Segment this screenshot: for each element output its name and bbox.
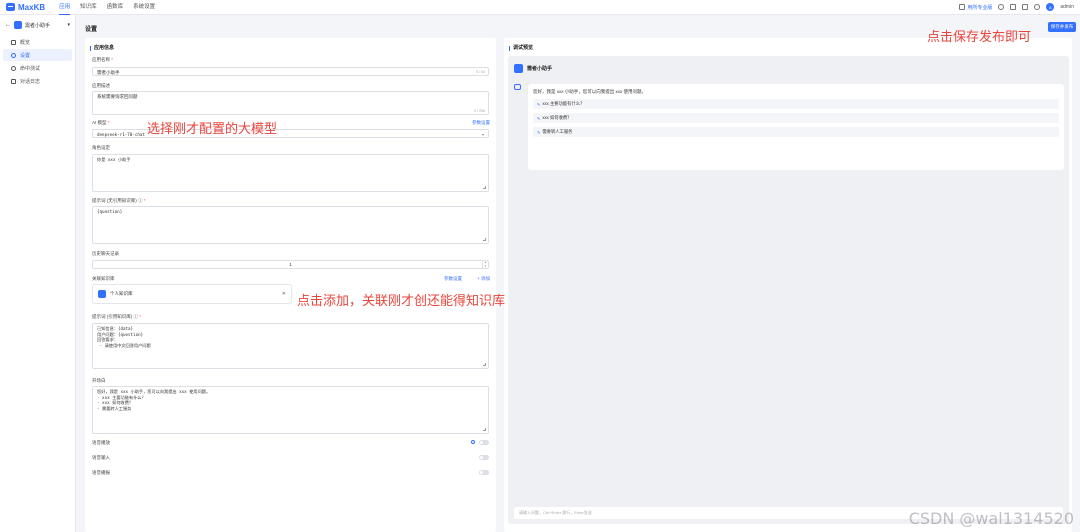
name-counter: 5 / 64 bbox=[476, 70, 485, 74]
document-icon[interactable] bbox=[1010, 4, 1017, 10]
user-name[interactable]: admin bbox=[1060, 4, 1074, 10]
prompt-nokb-label: 提示词 (无引用知识库) ⓘ * bbox=[92, 198, 146, 203]
voice-input-row: 语音输入 bbox=[92, 455, 489, 463]
page-title: 设置 bbox=[85, 27, 98, 33]
app-icon bbox=[14, 21, 22, 29]
role-label: 角色设定 bbox=[92, 145, 110, 150]
nav-knowledge[interactable]: 知识库 bbox=[80, 0, 97, 15]
maxkb-logo-icon bbox=[6, 3, 15, 11]
top-bar: MaxKB 应用 知识库 函数库 系统设置 用所专业版 A admin bbox=[0, 0, 1080, 15]
nav-functions[interactable]: 函数库 bbox=[107, 0, 124, 15]
suggested-question[interactable]: ✎ xxx 如何收费？ bbox=[533, 113, 1059, 123]
bot-avatar-icon bbox=[514, 84, 521, 90]
target-icon bbox=[11, 65, 16, 71]
suggested-question[interactable]: ✎ xxx 主要功能有什么？ bbox=[533, 99, 1059, 109]
prompt-kb-label: 提示词 (引用知识库) ⓘ * bbox=[92, 314, 142, 319]
grid-icon bbox=[11, 39, 16, 45]
name-label: 应用名称 * bbox=[92, 57, 114, 62]
kb-card: 个人知识库 ✕ bbox=[92, 284, 292, 304]
sidebar-item-hit-test[interactable]: 命中测试 bbox=[3, 62, 72, 74]
kb-param-link[interactable]: 参数设置 bbox=[444, 276, 462, 282]
kb-name: 个人知识库 bbox=[110, 291, 133, 296]
nav-settings[interactable]: 系统设置 bbox=[133, 0, 155, 15]
preview-title: 调试预览 bbox=[509, 46, 533, 51]
chevron-down-icon[interactable]: ▾ bbox=[67, 22, 70, 28]
section-title: 应用信息 bbox=[90, 46, 114, 51]
brand-logo[interactable]: MaxKB bbox=[6, 3, 45, 12]
voice-input-switch[interactable] bbox=[479, 455, 489, 460]
chat-icon[interactable] bbox=[1022, 4, 1029, 10]
prologue-label: 开场白 bbox=[92, 378, 106, 383]
app-desc-textarea[interactable]: 系统需要询求回问题 9 / 256 bbox=[92, 91, 489, 115]
app-switcher[interactable]: ← 需者小助手 ▾ bbox=[0, 15, 75, 35]
back-arrow-icon[interactable]: ← bbox=[5, 22, 11, 28]
voice-play-row: 语音播放 bbox=[92, 440, 489, 448]
gear-icon[interactable] bbox=[471, 440, 475, 444]
voice-broadcast-switch[interactable] bbox=[479, 470, 489, 475]
prologue-bubble: 您好，我是 xxx 小助手，您可以向我提出 xxx 使用问题。 ✎ xxx 主要… bbox=[528, 84, 1064, 170]
model-param-link[interactable]: 参数设置 bbox=[472, 120, 490, 126]
history-label: 历史聊天记录 bbox=[92, 251, 119, 256]
annotation-select-model: 选择刚才配置的大模型 bbox=[147, 122, 278, 137]
preview-app-header: 需者小助手 bbox=[514, 64, 552, 73]
github-icon[interactable] bbox=[998, 4, 1005, 10]
app-name: 需者小助手 bbox=[25, 22, 51, 29]
prologue-text: 您好，我是 xxx 小助手，您可以向我提出 xxx 使用问题。 bbox=[533, 89, 646, 94]
prompt-nokb-textarea[interactable]: {question} bbox=[92, 206, 489, 244]
sidebar-item-settings[interactable]: 设置 bbox=[3, 49, 72, 61]
pencil-icon: ✎ bbox=[537, 129, 541, 135]
prompt-kb-textarea[interactable]: 已知信息：{data} 用户问题：{question} 回答要求： - 请使用中… bbox=[92, 323, 489, 369]
app-name-input[interactable]: 需者小助手 5 / 64 bbox=[92, 67, 489, 76]
top-right-tools: 用所专业版 A admin bbox=[959, 3, 1074, 11]
voice-broadcast-row: 语音播报 bbox=[92, 470, 489, 478]
resize-handle-icon[interactable] bbox=[483, 186, 486, 189]
pro-edition-link[interactable]: 用所专业版 bbox=[959, 4, 992, 11]
pencil-icon: ✎ bbox=[537, 101, 541, 107]
app-info-panel: 应用信息 应用名称 * 需者小助手 5 / 64 应用描述 系统需要询求回问题 … bbox=[85, 38, 496, 532]
main-nav: 应用 知识库 函数库 系统设置 bbox=[59, 0, 155, 15]
resize-handle-icon[interactable] bbox=[483, 363, 486, 366]
resize-handle-icon[interactable] bbox=[483, 428, 486, 431]
watermark: CSDN @wal1314520 bbox=[908, 509, 1074, 528]
suggested-question[interactable]: ✎ 需要转人工服务 bbox=[533, 127, 1059, 137]
desc-label: 应用描述 bbox=[92, 83, 110, 88]
save-publish-button[interactable]: 保存并发布 bbox=[1048, 22, 1076, 32]
model-label: AI 模型 * bbox=[92, 120, 110, 125]
desc-counter: 9 / 256 bbox=[474, 109, 485, 113]
gear-icon bbox=[11, 52, 16, 58]
annotation-save-publish: 点击保存发布即可 bbox=[927, 30, 1032, 45]
pencil-icon: ✎ bbox=[537, 115, 541, 121]
kb-label: 关联知识库 bbox=[92, 276, 115, 281]
layers-icon bbox=[959, 4, 966, 10]
chevron-down-icon: ▾ bbox=[481, 132, 484, 137]
voice-play-switch[interactable] bbox=[479, 440, 489, 445]
close-icon[interactable]: ✕ bbox=[282, 291, 286, 297]
brand-name: MaxKB bbox=[18, 2, 46, 12]
sidebar-item-overview[interactable]: 概览 bbox=[3, 36, 72, 48]
chat-preview: 需者小助手 您好，我是 xxx 小助手，您可以向我提出 xxx 使用问题。 ✎ … bbox=[508, 56, 1069, 524]
user-avatar[interactable]: A bbox=[1046, 3, 1055, 11]
sidebar-item-chat-log[interactable]: 对话日志 bbox=[3, 75, 72, 87]
document-icon bbox=[98, 290, 106, 298]
nav-apps[interactable]: 应用 bbox=[59, 0, 71, 15]
debug-preview-panel: 调试预览 需者小助手 您好，我是 xxx 小助手，您可以向我提出 xxx 使用问… bbox=[504, 38, 1072, 532]
help-icon[interactable] bbox=[1034, 4, 1041, 10]
kb-add-button[interactable]: + 添加 bbox=[477, 276, 490, 282]
annotation-add-kb: 点击添加，关联刚才创还能得知识库 bbox=[297, 294, 506, 309]
log-icon bbox=[11, 78, 16, 84]
sidebar: ← 需者小助手 ▾ 概览 设置 命中测试 对话日志 bbox=[0, 15, 76, 532]
app-icon bbox=[514, 64, 523, 73]
role-textarea[interactable]: 你是 xxx 小助手 bbox=[92, 154, 489, 192]
prologue-textarea[interactable]: 您好，我是 xxx 小助手，您可以向我提出 xxx 使用问题。 - xxx 主要… bbox=[92, 386, 489, 434]
decrement-icon[interactable]: ▾ bbox=[482, 264, 488, 268]
resize-handle-icon[interactable] bbox=[483, 238, 486, 241]
history-stepper[interactable]: 1 ▴ ▾ bbox=[92, 260, 489, 269]
